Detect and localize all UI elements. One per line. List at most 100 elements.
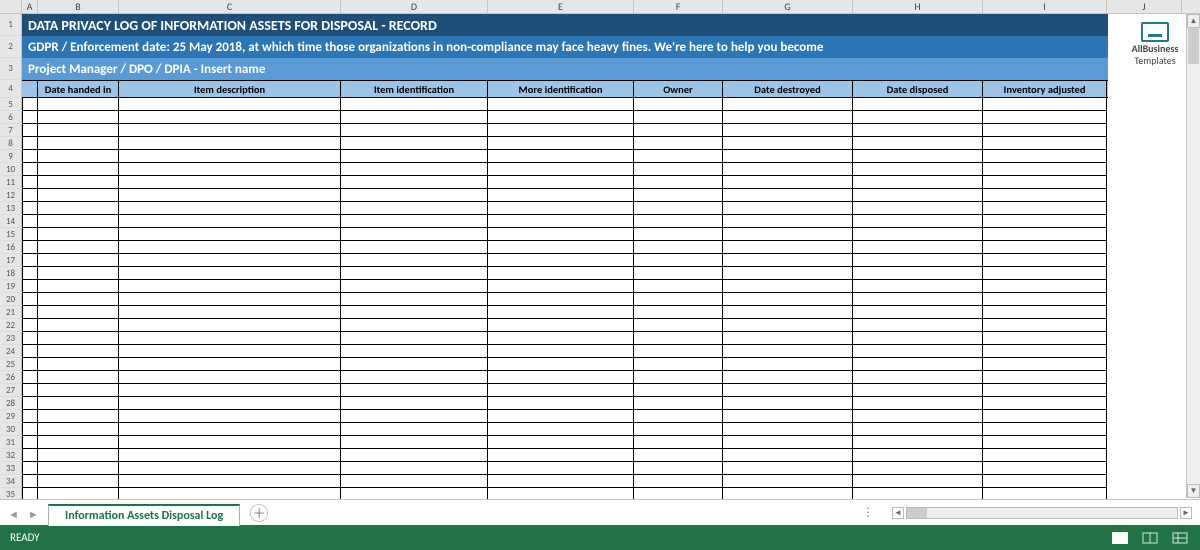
col-header-B[interactable]: B (38, 0, 119, 13)
col-header-H[interactable]: H (853, 0, 983, 13)
view-page-layout-button[interactable] (1140, 530, 1160, 546)
table-row[interactable] (22, 293, 1108, 306)
row-header-24[interactable]: 24 (0, 345, 21, 358)
row-header-9[interactable]: 9 (0, 150, 21, 163)
table-row[interactable] (22, 176, 1108, 189)
table-row[interactable] (22, 332, 1108, 345)
row-header-26[interactable]: 26 (0, 371, 21, 384)
table-row[interactable] (22, 358, 1108, 371)
view-page-break-button[interactable] (1170, 530, 1190, 546)
vscroll-thumb[interactable] (1188, 28, 1199, 64)
scroll-down-arrow[interactable]: ▼ (1187, 484, 1200, 498)
table-row[interactable] (22, 124, 1108, 137)
table-row[interactable] (22, 306, 1108, 319)
row-header-31[interactable]: 31 (0, 436, 21, 449)
row-header-28[interactable]: 28 (0, 397, 21, 410)
table-row[interactable] (22, 345, 1108, 358)
table-row[interactable] (22, 267, 1108, 280)
sheet-tab-active[interactable]: Information Assets Disposal Log (48, 504, 240, 526)
col-header-E[interactable]: E (488, 0, 634, 13)
table-row[interactable] (22, 254, 1108, 267)
table-row[interactable] (22, 111, 1108, 124)
row-header-17[interactable]: 17 (0, 254, 21, 267)
row-header-4[interactable]: 4 (0, 80, 21, 98)
table-row[interactable] (22, 189, 1108, 202)
table-col-5[interactable]: Date destroyed (723, 81, 853, 97)
tab-nav-prev[interactable]: ◄ (8, 508, 18, 518)
row-header-29[interactable]: 29 (0, 410, 21, 423)
view-normal-button[interactable] (1110, 530, 1130, 546)
scroll-up-arrow[interactable]: ▲ (1187, 14, 1200, 28)
table-row[interactable] (22, 215, 1108, 228)
col-header-G[interactable]: G (723, 0, 853, 13)
table-row[interactable] (22, 423, 1108, 436)
table-row[interactable] (22, 137, 1108, 150)
table-row[interactable] (22, 462, 1108, 475)
table-row[interactable] (22, 98, 1108, 111)
table-row[interactable] (22, 163, 1108, 176)
table-row[interactable] (22, 228, 1108, 241)
table-col-6[interactable]: Date disposed (853, 81, 983, 97)
row-header-22[interactable]: 22 (0, 319, 21, 332)
table-row[interactable] (22, 436, 1108, 449)
row-header-14[interactable]: 14 (0, 215, 21, 228)
row-header-27[interactable]: 27 (0, 384, 21, 397)
row-header-1[interactable]: 1 (0, 14, 21, 36)
table-row[interactable] (22, 397, 1108, 410)
vscroll-track[interactable] (1187, 28, 1200, 484)
vertical-scrollbar[interactable]: ▲ ▼ (1186, 14, 1200, 498)
add-sheet-button[interactable]: ＋ (250, 504, 268, 522)
hscroll-right-arrow[interactable]: ► (1180, 507, 1192, 519)
col-header-A[interactable]: A (22, 0, 38, 13)
row-header-15[interactable]: 15 (0, 228, 21, 241)
table-row[interactable] (22, 319, 1108, 332)
row-header-30[interactable]: 30 (0, 423, 21, 436)
row-header-3[interactable]: 3 (0, 58, 21, 80)
hscroll-track[interactable] (906, 507, 1178, 519)
row-header-6[interactable]: 6 (0, 111, 21, 124)
row-header-23[interactable]: 23 (0, 332, 21, 345)
row-header-34[interactable]: 34 (0, 475, 21, 488)
row-header-35[interactable]: 35 (0, 488, 21, 499)
col-header-I[interactable]: I (983, 0, 1107, 13)
row-header-20[interactable]: 20 (0, 293, 21, 306)
row-header-13[interactable]: 13 (0, 202, 21, 215)
table-row[interactable] (22, 150, 1108, 163)
col-header-C[interactable]: C (119, 0, 341, 13)
row-header-32[interactable]: 32 (0, 449, 21, 462)
select-all-corner[interactable] (0, 0, 22, 13)
row-header-16[interactable]: 16 (0, 241, 21, 254)
col-header-D[interactable]: D (341, 0, 488, 13)
row-header-19[interactable]: 19 (0, 280, 21, 293)
row-header-12[interactable]: 12 (0, 189, 21, 202)
tab-overflow-icon[interactable]: ⋮ (862, 505, 874, 520)
tab-nav-next[interactable]: ► (28, 508, 38, 518)
table-col-2[interactable]: Item identification (341, 81, 488, 97)
table-row[interactable] (22, 371, 1108, 384)
row-header-33[interactable]: 33 (0, 462, 21, 475)
row-header-7[interactable]: 7 (0, 124, 21, 137)
table-row[interactable] (22, 410, 1108, 423)
table-row[interactable] (22, 241, 1108, 254)
col-header-F[interactable]: F (634, 0, 723, 13)
table-row[interactable] (22, 202, 1108, 215)
row-header-2[interactable]: 2 (0, 36, 21, 58)
row-header-8[interactable]: 8 (0, 137, 21, 150)
table-col-4[interactable]: Owner (634, 81, 723, 97)
table-row[interactable] (22, 475, 1108, 488)
cells-grid[interactable]: DATA PRIVACY LOG OF INFORMATION ASSETS F… (22, 14, 1200, 499)
table-row[interactable] (22, 449, 1108, 462)
row-header-21[interactable]: 21 (0, 306, 21, 319)
row-header-25[interactable]: 25 (0, 358, 21, 371)
table-col-1[interactable]: Item description (119, 81, 341, 97)
hscroll-left-arrow[interactable]: ◄ (892, 507, 904, 519)
col-header-J[interactable]: J (1107, 0, 1182, 13)
horizontal-scrollbar[interactable]: ◄ ► (892, 507, 1192, 519)
row-header-11[interactable]: 11 (0, 176, 21, 189)
table-col-0[interactable]: Date handed in (38, 81, 119, 97)
table-col-3[interactable]: More identification (488, 81, 634, 97)
table-row[interactable] (22, 488, 1108, 499)
row-header-5[interactable]: 5 (0, 98, 21, 111)
table-col-7[interactable]: Inventory adjusted (983, 81, 1107, 97)
row-header-10[interactable]: 10 (0, 163, 21, 176)
